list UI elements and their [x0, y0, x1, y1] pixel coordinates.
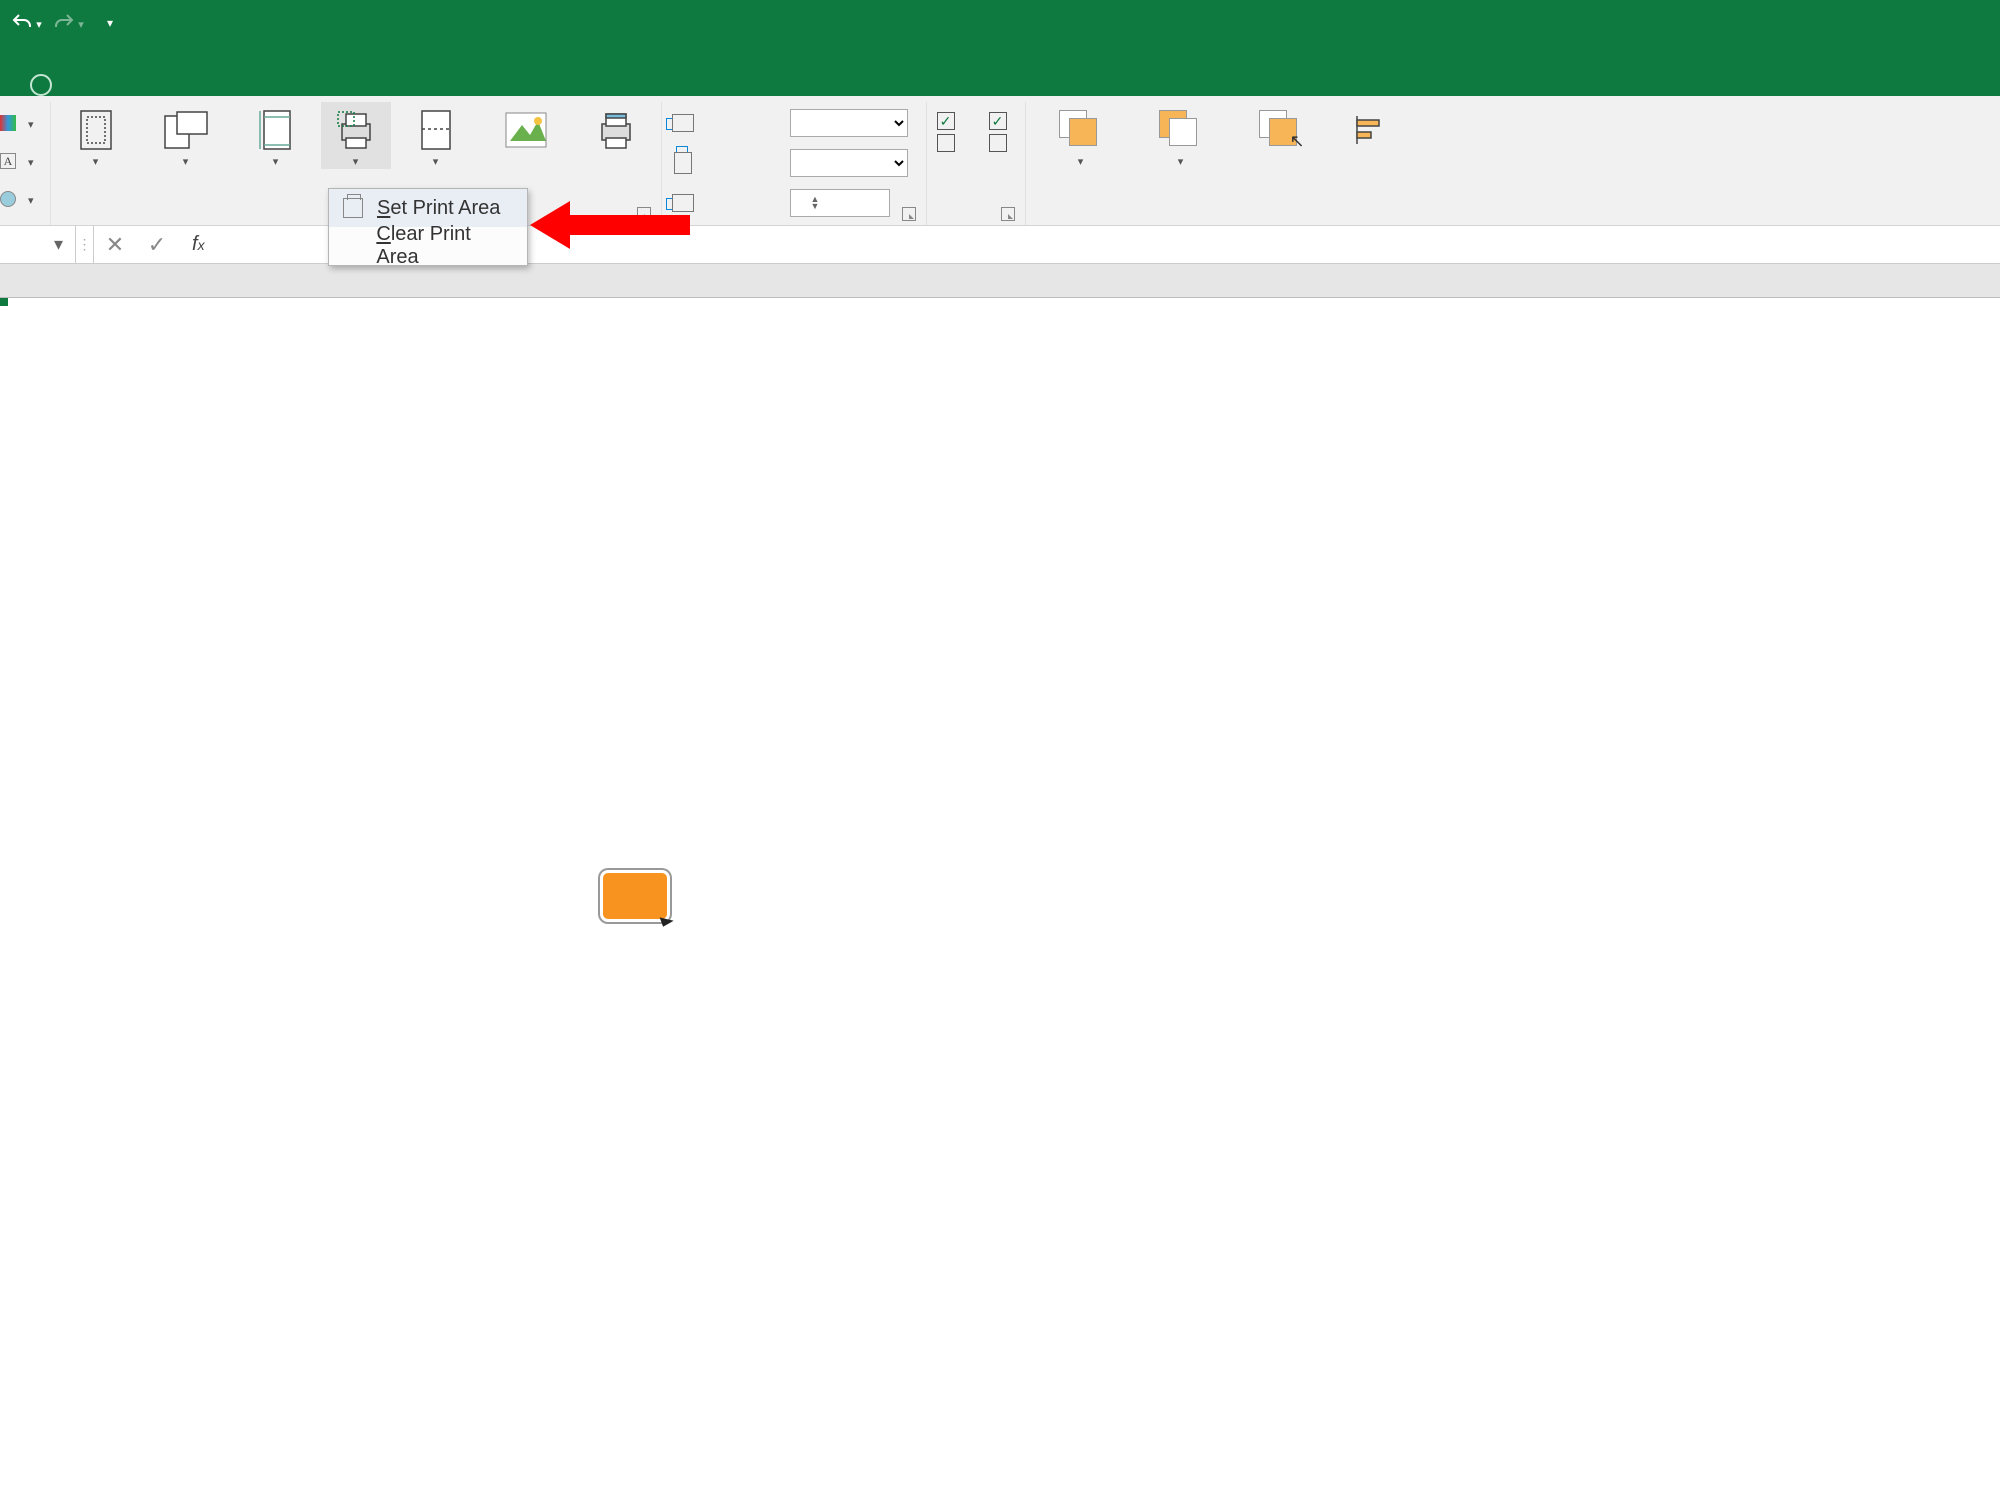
headings-print-checkbox[interactable]: [989, 134, 1015, 152]
undo-button[interactable]: ▾: [8, 5, 44, 41]
cancel-formula-button[interactable]: ✕: [94, 226, 136, 263]
name-box[interactable]: ▾: [0, 226, 76, 263]
watermark: [600, 870, 670, 926]
fill-handle[interactable]: [0, 298, 8, 306]
print-area-icon: [343, 198, 363, 218]
margins-button[interactable]: ▾: [61, 102, 131, 169]
ribbon-tabs: [0, 46, 2000, 96]
clear-print-area-label: lear Print Area: [376, 223, 470, 268]
send-backward-button[interactable]: ▾: [1136, 102, 1226, 169]
scale-to-fit-group: ▲▼: [662, 102, 927, 225]
set-print-area-label: et Print Area: [390, 197, 500, 219]
print-area-button[interactable]: ▾: [321, 102, 391, 169]
sheet-options-group: ✓ ✓: [927, 102, 1026, 225]
print-area-dropdown: Set Print Area Clear Print Area: [328, 188, 528, 266]
ribbon: ▾ A▾ ▾ ▾ ▾ ▾ ▾: [0, 96, 2000, 226]
spreadsheet-grid[interactable]: [0, 264, 2000, 298]
colors-button[interactable]: ▾: [0, 106, 34, 140]
fx-icon[interactable]: fx: [178, 233, 219, 256]
scale-spinner[interactable]: ▲▼: [790, 189, 890, 217]
height-select[interactable]: [790, 149, 908, 177]
arrange-group: ▾ ▾ ↖: [1026, 102, 1416, 225]
enter-formula-button[interactable]: ✓: [136, 226, 178, 263]
headings-view-checkbox[interactable]: ✓: [989, 112, 1015, 130]
column-headers[interactable]: [0, 264, 2000, 298]
redo-button[interactable]: ▾: [50, 5, 86, 41]
sheet-options-launcher[interactable]: [1001, 207, 1015, 221]
width-select[interactable]: [790, 109, 908, 137]
print-titles-button[interactable]: [581, 102, 651, 154]
size-button[interactable]: ▾: [241, 102, 311, 169]
scale-icon: [672, 194, 694, 212]
effects-button[interactable]: ▾: [0, 182, 34, 216]
customize-qat-button[interactable]: ▾: [92, 5, 128, 41]
background-button[interactable]: [481, 102, 571, 154]
fonts-button[interactable]: A▾: [0, 144, 34, 178]
breaks-button[interactable]: ▾: [401, 102, 471, 169]
name-box-expand-icon[interactable]: ⋮: [76, 226, 94, 263]
tell-me-search[interactable]: [30, 74, 62, 96]
quick-access-toolbar: ▾ ▾ ▾: [8, 5, 128, 41]
bring-forward-button[interactable]: ▾: [1036, 102, 1126, 169]
bulb-icon: [30, 74, 52, 96]
clear-print-area-item[interactable]: Clear Print Area: [329, 227, 527, 265]
gridlines-view-checkbox[interactable]: ✓: [937, 112, 963, 130]
align-button[interactable]: [1336, 102, 1406, 154]
height-icon: [674, 152, 692, 174]
gridlines-print-checkbox[interactable]: [937, 134, 963, 152]
themes-group: ▾ A▾ ▾: [0, 102, 51, 225]
title-bar: ▾ ▾ ▾: [0, 0, 2000, 46]
set-print-area-item[interactable]: Set Print Area: [329, 189, 527, 227]
page-setup-launcher[interactable]: [637, 207, 651, 221]
width-icon: [672, 114, 694, 132]
selection-pane-button[interactable]: ↖: [1236, 102, 1326, 154]
formula-bar: ▾ ⋮ ✕ ✓ fx: [0, 226, 2000, 264]
orientation-button[interactable]: ▾: [141, 102, 231, 169]
scale-launcher[interactable]: [902, 207, 916, 221]
